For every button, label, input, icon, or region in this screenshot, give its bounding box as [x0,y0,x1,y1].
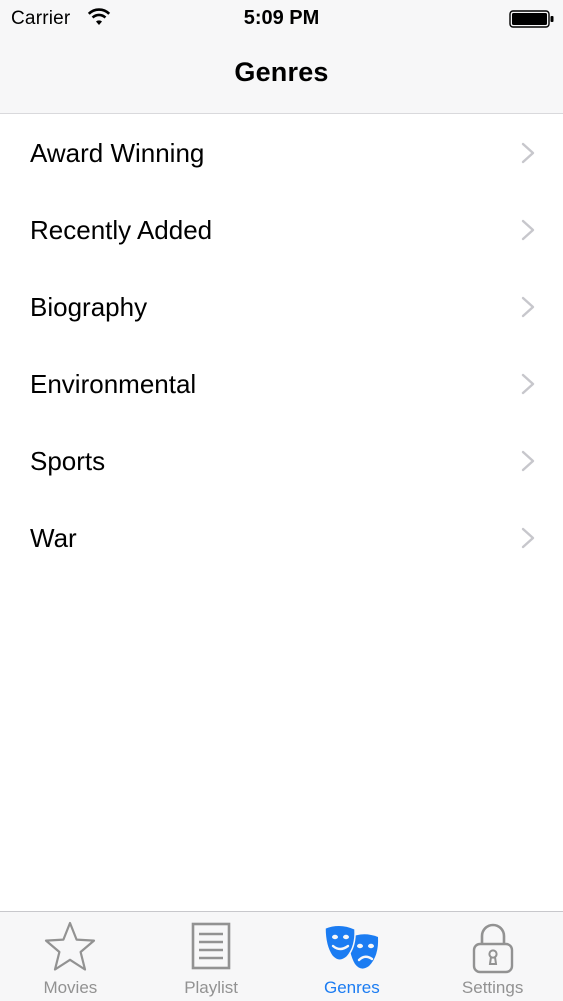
status-bar: Carrier 5:09 PM [0,0,563,38]
chevron-right-icon [521,296,535,318]
top-bar: Carrier 5:09 PM Genres [0,0,563,114]
list-icon [191,922,231,970]
list-item-environmental[interactable]: Environmental [0,345,563,422]
tab-label: Settings [461,978,524,997]
list-item-sports[interactable]: Sports [0,422,563,499]
list-item-label: Biography [30,292,148,322]
tab-playlist[interactable]: Playlist [141,912,282,1001]
tab-label: Movies [43,978,98,997]
tab-bar: Movies Playlist Genres Settings [0,911,563,1001]
chevron-right-icon [521,527,535,549]
theater-masks-icon [324,924,378,969]
battery-icon [509,10,554,28]
tab-genres[interactable]: Genres [282,912,423,1001]
tab-label: Playlist [184,978,239,997]
list-item-war[interactable]: War [0,499,563,576]
list-item-biography[interactable]: Biography [0,268,563,345]
list-item-recently-added[interactable]: Recently Added [0,191,563,268]
genre-list: Award Winning Recently Added Biography E… [0,114,563,576]
chevron-right-icon [521,219,535,241]
list-item-label: Sports [30,446,106,476]
chevron-right-icon [521,450,535,472]
chevron-right-icon [521,373,535,395]
star-icon [45,921,96,971]
lock-icon [472,923,513,974]
list-item-award-winning[interactable]: Award Winning [0,114,563,191]
list-item-label: Environmental [30,369,197,399]
tab-settings[interactable]: Settings [422,912,563,1001]
list-item-label: Recently Added [30,215,213,245]
tab-label: Genres [324,978,380,997]
page-title: Genres [234,57,329,87]
list-item-label: Award Winning [30,138,205,168]
tab-movies[interactable]: Movies [0,912,141,1001]
chevron-right-icon [521,142,535,164]
status-time: 5:09 PM [243,7,320,29]
list-item-label: War [30,523,77,553]
